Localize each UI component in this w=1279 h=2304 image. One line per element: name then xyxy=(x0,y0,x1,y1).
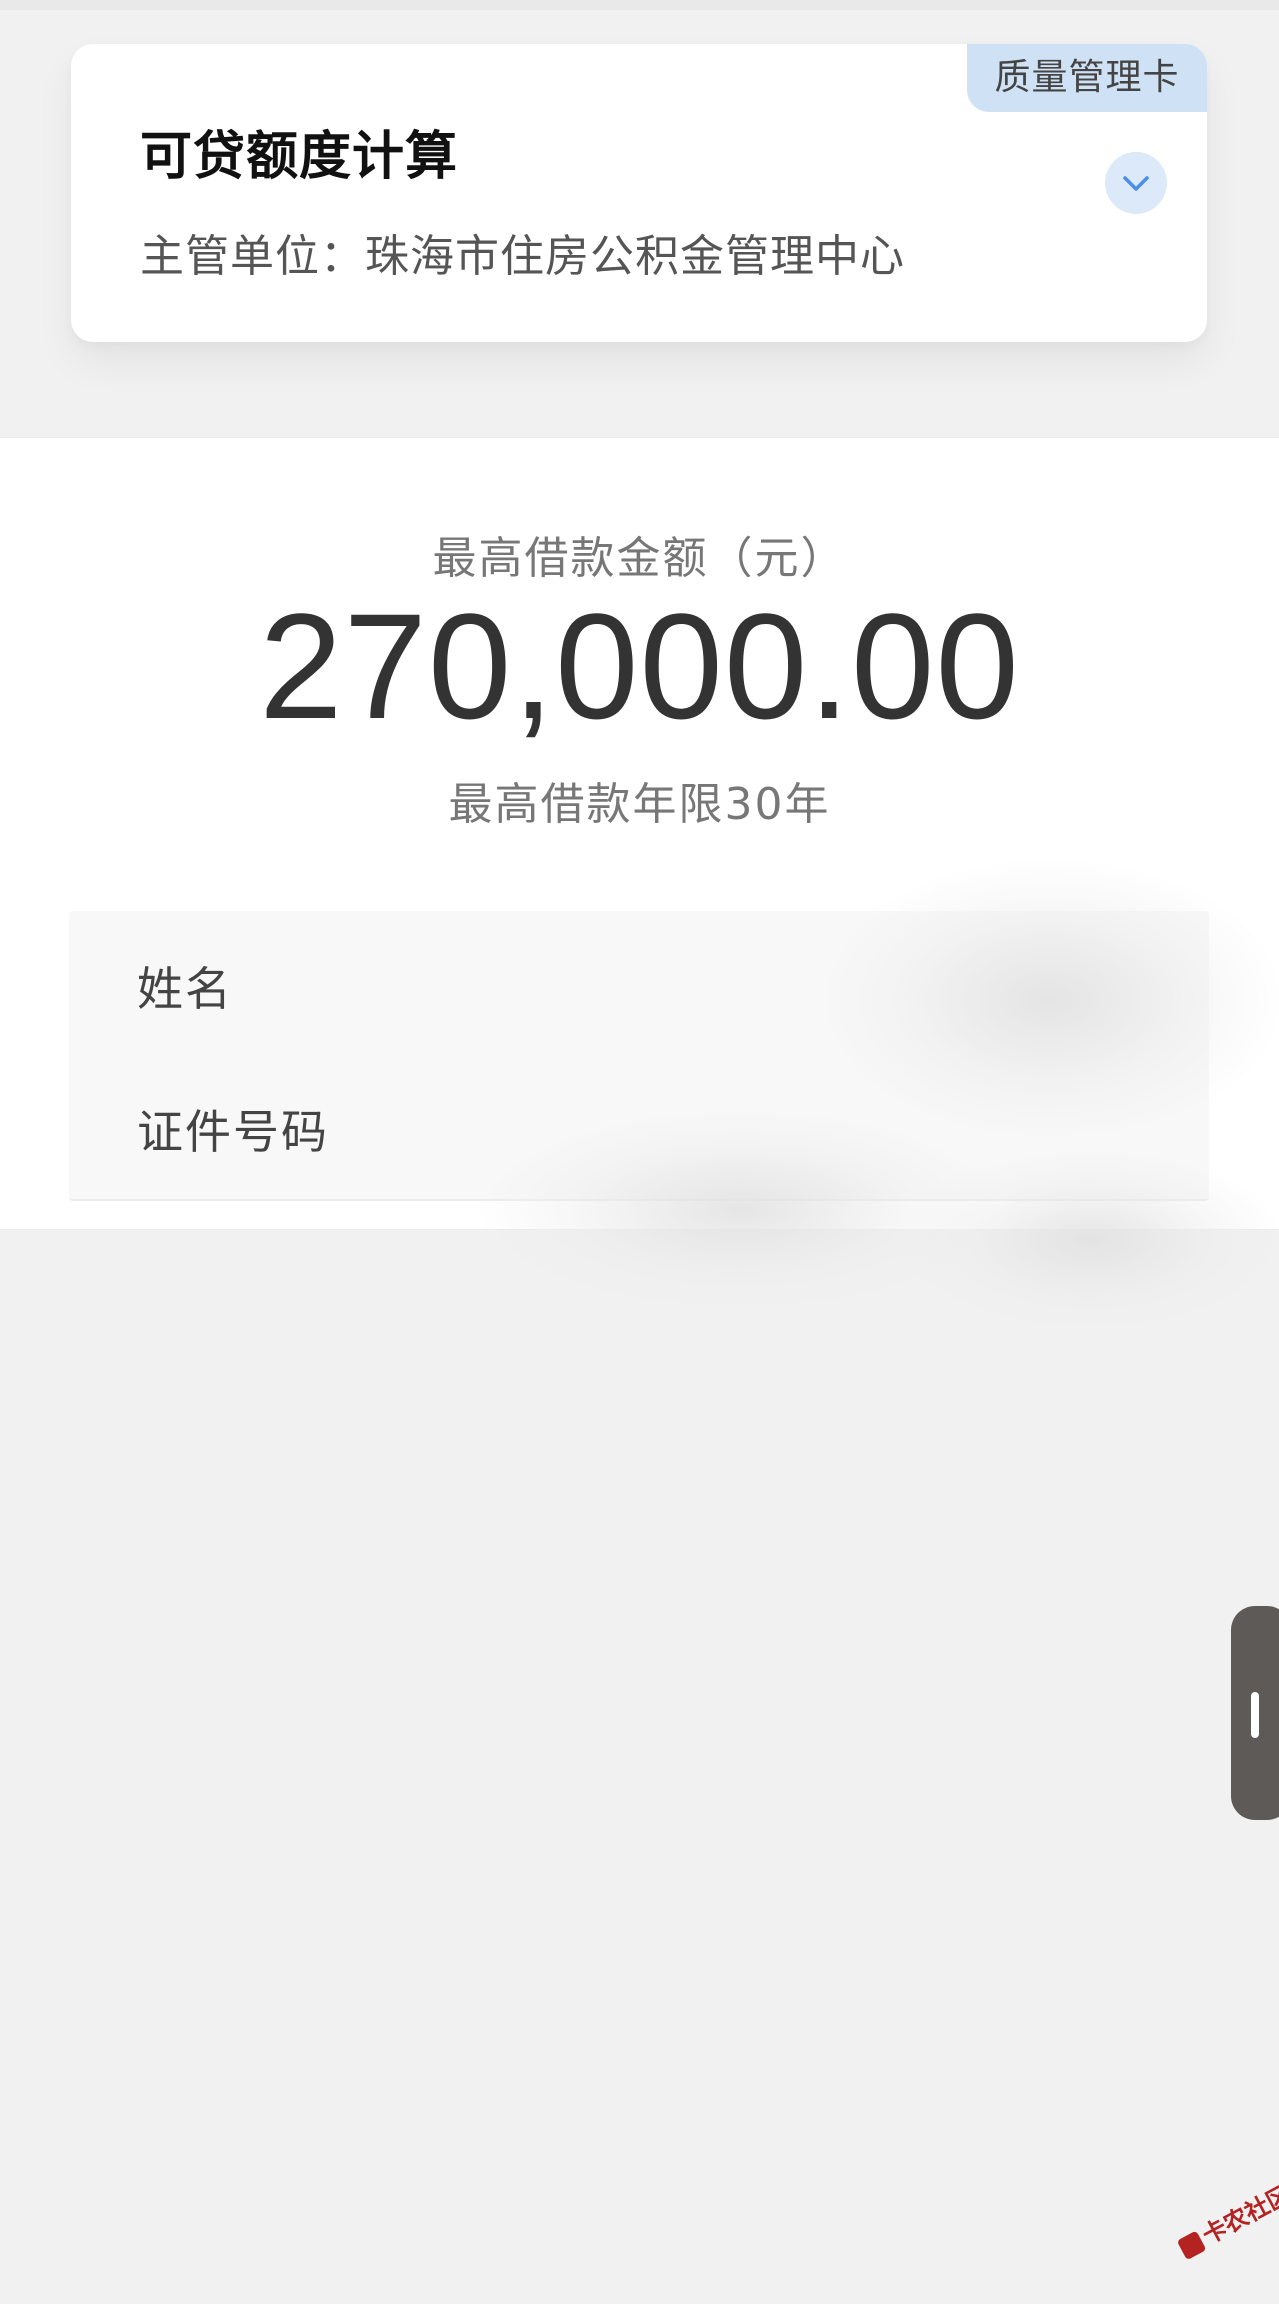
id-number-label: 证件号码 xyxy=(137,1105,329,1159)
watermark-text: 卡农社区 xyxy=(1197,2180,1279,2250)
loan-panel: 最高借款金额（元） 270,000.00 最高借款年限30年 姓名 证件号码 xyxy=(0,437,1279,1230)
name-label: 姓名 xyxy=(137,962,233,1016)
drag-handle-icon xyxy=(1251,1692,1259,1738)
max-amount-label: 最高借款金额（元） xyxy=(432,533,847,584)
top-divider xyxy=(0,0,1279,10)
page: 可贷额度计算 主管单位：珠海市住房公积金管理中心 质量管理卡 最高借款金额（元）… xyxy=(0,0,1279,2304)
info-card: 可贷额度计算 主管单位：珠海市住房公积金管理中心 质量管理卡 xyxy=(71,44,1207,342)
quality-management-badge[interactable]: 质量管理卡 xyxy=(967,44,1207,112)
card-subtitle: 主管单位：珠海市住房公积金管理中心 xyxy=(140,231,905,282)
id-number-input[interactable] xyxy=(409,1084,1169,1164)
side-drawer-handle[interactable] xyxy=(1231,1606,1279,1820)
name-input[interactable] xyxy=(409,941,1169,1021)
expand-button[interactable] xyxy=(1105,152,1167,214)
chevron-down-icon xyxy=(1123,176,1149,191)
max-amount-value: 270,000.00 xyxy=(259,582,1020,750)
name-row: 姓名 xyxy=(69,911,1209,1051)
watermark: 卡农社区 xyxy=(1172,2175,1279,2263)
watermark-logo-icon xyxy=(1176,2230,1207,2261)
id-number-row: 证件号码 xyxy=(69,1054,1209,1194)
max-term-text: 最高借款年限30年 xyxy=(448,779,831,830)
applicant-form: 姓名 证件号码 xyxy=(69,911,1209,1201)
card-title: 可贷额度计算 xyxy=(140,127,459,187)
